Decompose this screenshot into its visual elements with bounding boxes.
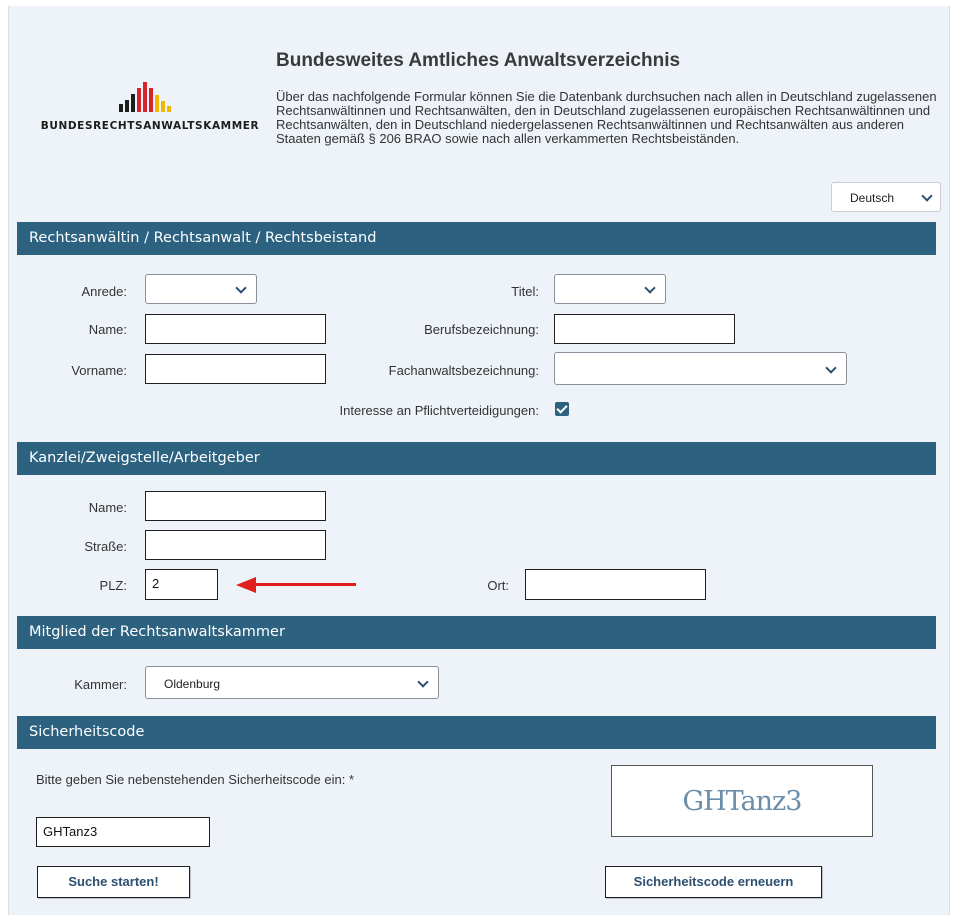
search-button[interactable]: Suche starten!	[37, 866, 190, 898]
berufsbezeichnung-label: Berufsbezeichnung:	[424, 322, 539, 337]
plz-field[interactable]: 2	[145, 569, 218, 600]
kanzlei-name-field[interactable]	[145, 491, 326, 521]
titel-label: Titel:	[511, 284, 539, 299]
chevron-down-icon	[235, 282, 247, 294]
chevron-down-icon	[644, 282, 656, 294]
pflichtverteidigung-label: Interesse an Pflichtverteidigungen:	[339, 403, 539, 418]
section-heading-person: Rechtsanwältin / Rechtsanwalt / Rechtsbe…	[17, 222, 936, 255]
logo-bars-icon	[119, 82, 189, 112]
vorname-field[interactable]	[145, 354, 326, 384]
kanzlei-name-label: Name:	[88, 500, 127, 515]
strasse-field[interactable]	[145, 530, 326, 560]
captcha-image: GHTanz3	[611, 765, 873, 837]
kammer-select[interactable]: Oldenburg	[145, 666, 439, 699]
captcha-input[interactable]: GHTanz3	[36, 817, 210, 847]
red-arrow-annotation-icon	[236, 577, 356, 593]
section-heading-kanzlei: Kanzlei/Zweigstelle/Arbeitgeber	[17, 442, 936, 475]
intro-text: Über das nachfolgende Formular können Si…	[276, 89, 937, 146]
fachanwaltsbezeichnung-label: Fachanwaltsbezeichnung:	[388, 363, 539, 378]
chevron-down-icon	[921, 190, 933, 202]
brak-logo: BUNDESRECHTSANWALTSKAMMER	[35, 82, 265, 152]
ort-label: Ort:	[487, 578, 509, 593]
logo-text: BUNDESRECHTSANWALTSKAMMER	[40, 120, 260, 132]
anrede-label: Anrede:	[81, 284, 127, 299]
name-field[interactable]	[145, 314, 326, 344]
berufsbezeichnung-field[interactable]	[554, 314, 735, 344]
language-select[interactable]: Deutsch	[831, 182, 941, 212]
section-heading-kammer: Mitglied der Rechtsanwaltskammer	[17, 616, 936, 649]
language-value: Deutsch	[850, 191, 895, 205]
section-heading-captcha: Sicherheitscode	[17, 716, 936, 749]
strasse-label: Straße:	[84, 539, 127, 554]
kammer-value: Oldenburg	[164, 677, 221, 691]
captcha-prompt: Bitte geben Sie nebenstehenden Sicherhei…	[36, 772, 355, 787]
name-label: Name:	[88, 322, 127, 337]
captcha-image-text: GHTanz3	[682, 786, 803, 817]
anrede-select[interactable]	[145, 274, 257, 304]
page-container: BUNDESRECHTSANWALTSKAMMER Bundesweites A…	[8, 6, 950, 915]
renew-captcha-button[interactable]: Sicherheitscode erneuern	[605, 866, 822, 898]
vorname-label: Vorname:	[71, 363, 127, 378]
page-title: Bundesweites Amtliches Anwaltsverzeichni…	[276, 50, 681, 71]
ort-field[interactable]	[525, 569, 706, 600]
pflichtverteidigung-checkbox[interactable]	[555, 402, 569, 416]
chevron-down-icon	[825, 362, 837, 374]
chevron-down-icon	[417, 676, 429, 688]
plz-label: PLZ:	[99, 578, 127, 593]
fachanwaltsbezeichnung-select[interactable]	[554, 352, 847, 385]
kammer-label: Kammer:	[74, 677, 127, 692]
titel-select[interactable]	[554, 274, 666, 304]
